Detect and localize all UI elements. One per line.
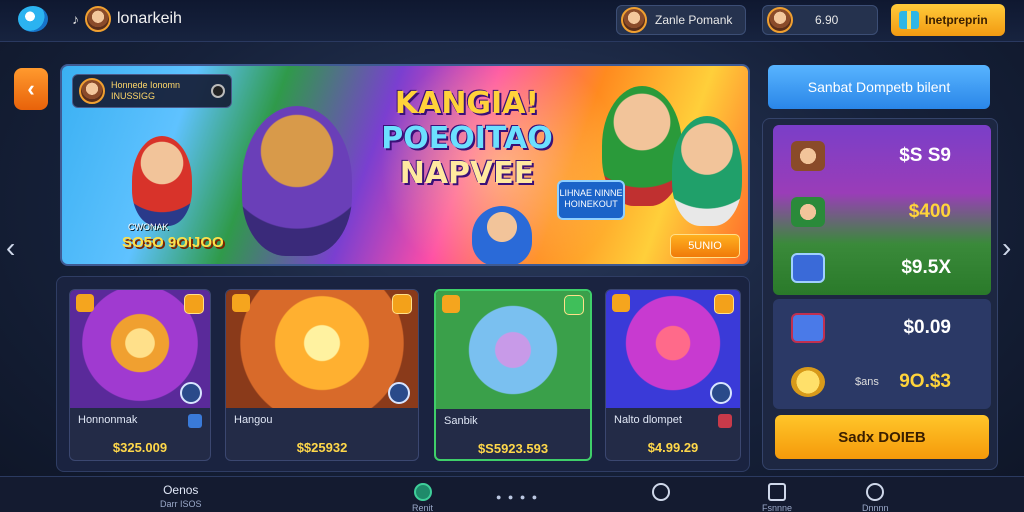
- offer-card-top: $S S9 $400 $9.5X: [773, 125, 991, 295]
- back-button[interactable]: ‹: [14, 68, 48, 110]
- hero-icon: [791, 197, 825, 227]
- favorite-icon[interactable]: [232, 294, 250, 312]
- badge-icon: [184, 294, 204, 314]
- small-character-art: [472, 206, 532, 264]
- header-cta-label: Inetpreprin: [925, 13, 988, 27]
- badge-icon: [714, 294, 734, 314]
- offers-panel: $S S9 $400 $9.5X $0.09 $ans 9O.$3 Sadx D…: [762, 118, 998, 470]
- offer-card-bottom: $0.09 $ans 9O.$3: [773, 299, 991, 409]
- user-avatar: [621, 7, 647, 33]
- banner-tag: LIHNAE NINNE HOINEKOUT: [557, 180, 625, 220]
- banner-headline: KANGIA! POEOITAO NAPVEE: [372, 86, 562, 191]
- item-card[interactable]: Honnonmak $325.009: [69, 289, 211, 461]
- girl-character-art: [672, 116, 742, 226]
- badge-icon: [564, 295, 584, 315]
- header-cta-button[interactable]: Inetpreprin: [891, 4, 1005, 36]
- card-name: Honnonmak: [78, 414, 138, 426]
- offer-value: $0.09: [903, 317, 951, 338]
- card-price: $4.99.29: [647, 440, 699, 455]
- offer-value: $S S9: [899, 145, 951, 166]
- card-price: $325.009: [112, 440, 168, 455]
- nav-sub: Fsnnne: [762, 503, 793, 512]
- coin-avatar-icon: [767, 7, 793, 33]
- hud-line-1: Honnede Ionomn: [111, 80, 181, 90]
- offer-row[interactable]: $9.5X: [773, 243, 991, 293]
- hero-character-art: [242, 106, 352, 256]
- offer-row[interactable]: $ans 9O.$3: [773, 357, 991, 407]
- rewards-icon: [768, 483, 787, 501]
- action-circle-icon[interactable]: [180, 382, 202, 404]
- prize-caption: CWONAK: [128, 222, 169, 232]
- page-indicator-dots: ● ● ● ●: [496, 492, 540, 502]
- favorite-icon[interactable]: [76, 294, 94, 312]
- headline-line-3: NAPVEE: [399, 156, 535, 191]
- gem-chest-icon: [791, 253, 825, 283]
- info-icon[interactable]: [188, 414, 202, 428]
- top-bar: ♪ lonarkeih Zanle Pomank 6.90 Inetprepri…: [0, 0, 1024, 42]
- carousel-next-icon[interactable]: ›: [1002, 232, 1011, 264]
- nav-item-rewards[interactable]: Fsnnne: [762, 483, 792, 512]
- user-name: Zanle Pomank: [655, 13, 733, 27]
- hud-line-2: INUSSIGG: [111, 91, 156, 101]
- coin-balance-pill[interactable]: 6.90: [762, 5, 878, 35]
- nav-sub: Dnnnn: [862, 503, 889, 512]
- coin-balance: 6.90: [815, 13, 839, 27]
- user-profile-pill[interactable]: Zanle Pomank: [616, 5, 746, 35]
- card-price: $$25932: [296, 440, 348, 455]
- offer-prefix: $ans: [855, 376, 879, 388]
- avatar[interactable]: [85, 6, 111, 32]
- promo-banner[interactable]: Honnede Ionomn INUSSIGG KANGIA! POEOITAO…: [60, 64, 750, 266]
- offer-value: $9.5X: [901, 257, 951, 278]
- brand-group: ♪ lonarkeih: [72, 6, 182, 32]
- nav-sub: Darr ISOS: [160, 499, 202, 509]
- card-name: Sanbik: [444, 415, 478, 427]
- action-circle-icon[interactable]: [388, 382, 410, 404]
- item-card[interactable]: Hangou $$25932: [225, 289, 419, 461]
- offer-row[interactable]: $400: [773, 187, 991, 237]
- badge-icon: [392, 294, 412, 314]
- info-icon[interactable]: [718, 414, 732, 428]
- brand-name: lonarkeih: [117, 10, 182, 27]
- gold-coin-icon: [791, 367, 825, 397]
- nav-item-home[interactable]: Oenos Darr ISOS: [160, 483, 202, 509]
- banner-button[interactable]: 5UNIO: [670, 234, 740, 258]
- crystal-icon: [791, 313, 825, 343]
- offer-value: 9O.$3: [899, 371, 951, 392]
- card-price: $S5923.593: [477, 441, 549, 456]
- item-card[interactable]: Sanbik $S5923.593: [434, 289, 592, 461]
- play-icon: [652, 483, 670, 501]
- carousel-prev-icon[interactable]: ‹: [6, 232, 15, 264]
- buy-button[interactable]: Sadx DOIEB: [775, 415, 989, 459]
- item-grid: Honnonmak $325.009 Hangou $$25932 Sanbik…: [56, 276, 750, 472]
- nav-item-store[interactable]: Renit: [412, 483, 433, 512]
- offer-row[interactable]: $0.09: [773, 303, 991, 353]
- card-name: Hangou: [234, 414, 273, 426]
- gift-icon: [899, 11, 919, 29]
- settings-icon: [866, 483, 885, 501]
- chevron-left-icon: ‹: [27, 76, 35, 101]
- character-icon: [791, 141, 825, 171]
- headline-line-1: KANGIA!: [394, 86, 540, 121]
- item-card[interactable]: Nalto dlompet $4.99.29: [605, 289, 741, 461]
- nav-sub: Renit: [412, 503, 434, 512]
- side-top-button[interactable]: Sanbat Dompetb bilent: [768, 65, 990, 109]
- store-icon: [413, 483, 432, 501]
- nav-item-play[interactable]: [652, 483, 670, 501]
- banner-hud: Honnede Ionomn INUSSIGG: [72, 74, 232, 108]
- app-logo-icon[interactable]: [18, 6, 48, 32]
- card-name: Nalto dlompet: [614, 414, 682, 426]
- action-circle-icon[interactable]: [710, 382, 732, 404]
- settings-gear-icon[interactable]: [211, 84, 225, 98]
- notification-icon[interactable]: ♪: [72, 11, 79, 27]
- nav-label: Oenos: [163, 483, 199, 497]
- prize-amount: SO5O 9OIJOO: [122, 234, 224, 251]
- offer-value: $400: [908, 201, 951, 222]
- favorite-icon[interactable]: [442, 295, 460, 313]
- favorite-icon[interactable]: [612, 294, 630, 312]
- kid-character-art: [132, 136, 192, 226]
- headline-line-2: POEOITAO: [381, 121, 553, 156]
- nav-item-settings[interactable]: Dnnnn: [862, 483, 889, 512]
- hud-avatar: [79, 78, 105, 104]
- offer-row[interactable]: $S S9: [773, 131, 991, 181]
